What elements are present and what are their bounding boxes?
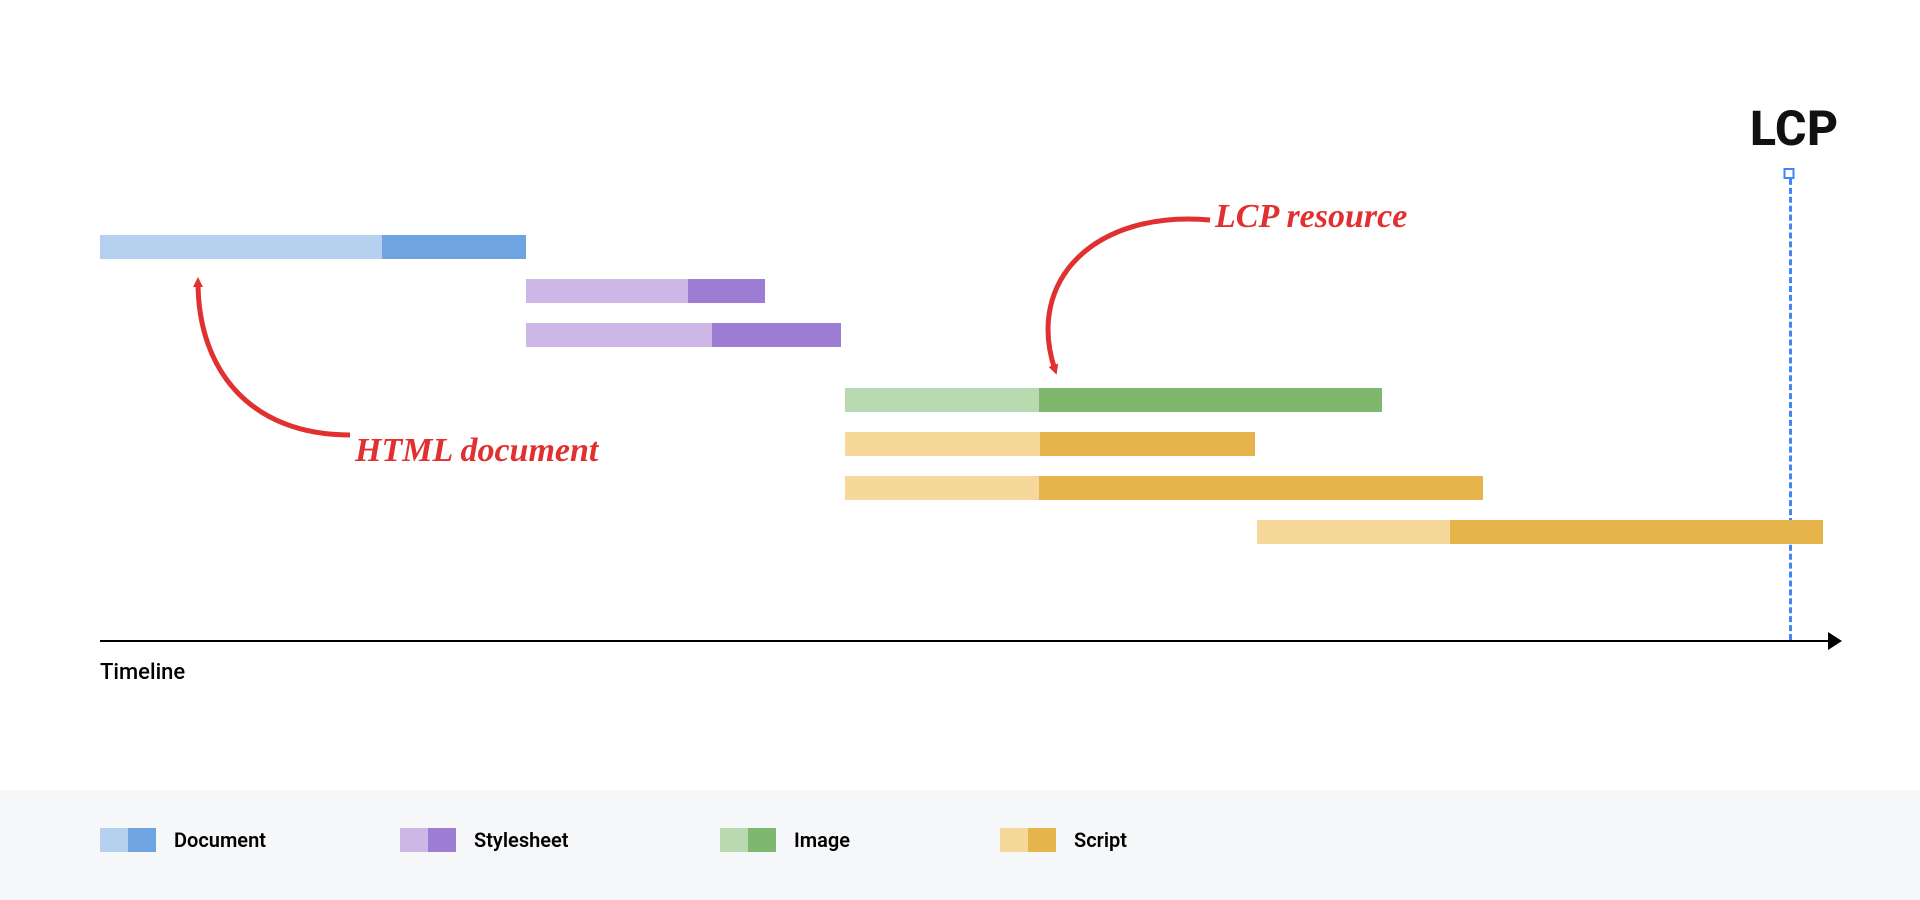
swatch-image (720, 828, 776, 852)
legend-item-image: Image (720, 828, 850, 852)
legend-item-stylesheet: Stylesheet (400, 828, 569, 852)
legend-item-document: Document (100, 828, 266, 852)
legend-item-script: Script (1000, 828, 1127, 852)
bar-image (845, 388, 1383, 412)
swatch-stylesheet (400, 828, 456, 852)
legend-label: Document (174, 828, 266, 852)
legend-label: Script (1074, 828, 1127, 852)
annotation-text-html-document: HTML document (355, 432, 598, 470)
bar-script (845, 432, 1256, 456)
lcp-marker-label: LCP (1750, 100, 1839, 157)
bar-document (100, 235, 526, 259)
annotation-arrow-lcp-resource (1000, 200, 1230, 380)
bar-script (845, 476, 1484, 500)
bar-stylesheet (526, 279, 764, 303)
legend-label: Image (794, 828, 850, 852)
timeline-axis-label: Timeline (100, 660, 185, 685)
annotation-text-lcp-resource: LCP resource (1215, 198, 1407, 236)
legend-label: Stylesheet (474, 828, 569, 852)
diagram-stage: LCP (0, 0, 1920, 900)
bar-stylesheet (526, 323, 841, 347)
bar-script (1257, 520, 1823, 544)
lcp-marker-knob (1784, 168, 1795, 179)
timeline-axis-arrow-icon (1828, 632, 1842, 650)
timeline-axis (100, 640, 1840, 642)
legend: Document Stylesheet Image Script (0, 790, 1920, 900)
swatch-document (100, 828, 156, 852)
swatch-script (1000, 828, 1056, 852)
annotation-arrow-html-document (180, 270, 400, 450)
